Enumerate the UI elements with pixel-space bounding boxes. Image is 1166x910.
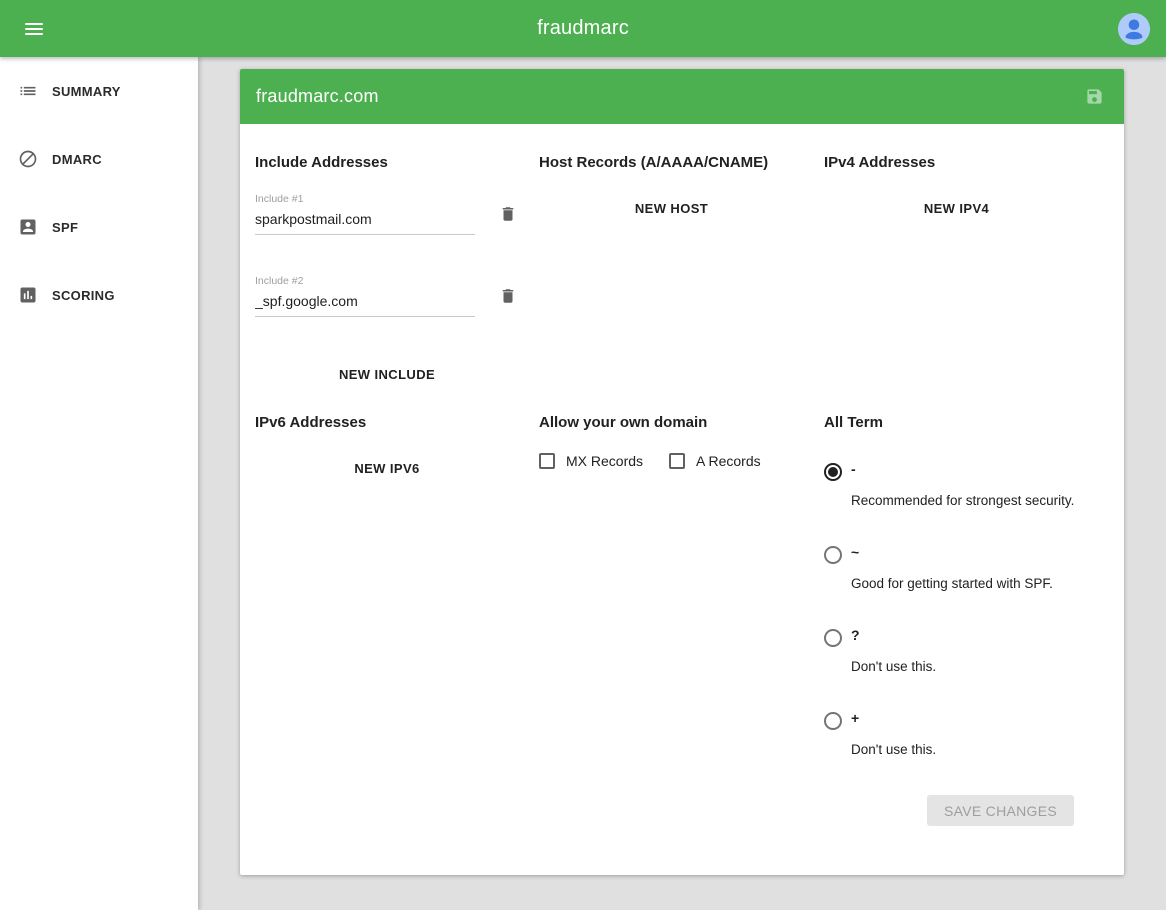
new-ipv4-button[interactable]: NEW IPV4	[914, 193, 999, 224]
include-2-input[interactable]	[255, 290, 475, 317]
all-term-options: - Recommended for strongest security. ~ …	[824, 461, 1089, 757]
include-field-row: Include #1	[255, 193, 519, 235]
option-symbol: ?	[851, 627, 860, 643]
card-body: Include Addresses Include #1	[240, 124, 1124, 793]
delete-include-2-button[interactable]	[499, 287, 519, 307]
save-icon	[1085, 87, 1104, 106]
all-term-option[interactable]: ~ Good for getting started with SPF.	[824, 544, 1089, 591]
section-heading: IPv6 Addresses	[255, 414, 519, 431]
section-heading: Host Records (A/AAAA/CNAME)	[539, 154, 804, 171]
section-heading: Include Addresses	[255, 154, 519, 171]
radio[interactable]	[824, 629, 842, 647]
checkbox[interactable]	[669, 453, 685, 469]
list-icon	[18, 81, 38, 101]
section-heading: IPv4 Addresses	[824, 154, 1089, 171]
section-include-addresses: Include Addresses Include #1	[255, 154, 539, 414]
sidebar-item-label: DMARC	[52, 152, 102, 167]
sidebar-item-dmarc[interactable]: DMARC	[0, 125, 198, 193]
radio[interactable]	[824, 546, 842, 564]
trash-icon	[499, 287, 517, 305]
trash-icon	[499, 205, 517, 223]
sidebar-item-label: SUMMARY	[52, 84, 121, 99]
checkbox-label: A Records	[696, 453, 761, 469]
option-description: Don't use this.	[851, 659, 936, 674]
section-ipv6-addresses: IPv6 Addresses NEW IPV6	[255, 414, 539, 793]
include-field-row: Include #2	[255, 275, 519, 317]
account-button[interactable]	[1116, 11, 1152, 47]
radio[interactable]	[824, 712, 842, 730]
app-bar: fraudmarc	[0, 0, 1166, 57]
block-icon	[18, 149, 38, 169]
main-content: fraudmarc.com Include Addresses Include …	[198, 57, 1166, 910]
all-term-option[interactable]: + Don't use this.	[824, 710, 1089, 757]
save-changes-button[interactable]: SAVE CHANGES	[927, 795, 1074, 826]
all-term-option[interactable]: ? Don't use this.	[824, 627, 1089, 674]
new-ipv6-button[interactable]: NEW IPV6	[344, 453, 429, 484]
menu-button[interactable]	[14, 9, 54, 49]
delete-include-1-button[interactable]	[499, 205, 519, 225]
include-1-input[interactable]	[255, 208, 475, 235]
section-heading: All Term	[824, 414, 1089, 431]
option-symbol: -	[851, 461, 856, 477]
mx-records-checkbox-group[interactable]: MX Records	[539, 453, 643, 469]
new-include-button[interactable]: NEW INCLUDE	[329, 359, 445, 390]
hamburger-icon	[25, 23, 43, 35]
sidebar-item-spf[interactable]: SPF	[0, 193, 198, 261]
save-icon-button[interactable]	[1080, 83, 1108, 111]
section-allow-own-domain: Allow your own domain MX Records A Recor…	[539, 414, 824, 793]
card-title: fraudmarc.com	[256, 86, 379, 107]
account-box-icon	[18, 217, 38, 237]
option-description: Recommended for strongest security.	[851, 493, 1074, 508]
option-symbol: +	[851, 710, 859, 726]
app-title: fraudmarc	[537, 17, 629, 40]
include-2-label: Include #2	[255, 275, 475, 287]
option-description: Don't use this.	[851, 742, 936, 757]
checkbox[interactable]	[539, 453, 555, 469]
domain-card: fraudmarc.com Include Addresses Include …	[240, 69, 1124, 875]
section-ipv4-addresses: IPv4 Addresses NEW IPV4	[824, 154, 1109, 414]
section-heading: Allow your own domain	[539, 414, 804, 431]
sidebar-item-summary[interactable]: SUMMARY	[0, 57, 198, 125]
bar-chart-icon	[18, 285, 38, 305]
sidebar-item-label: SCORING	[52, 288, 115, 303]
all-term-option[interactable]: - Recommended for strongest security.	[824, 461, 1089, 508]
radio[interactable]	[824, 463, 842, 481]
app-shell: SUMMARY DMARC SPF SCORING fraudmarc.com	[0, 0, 1166, 910]
option-description: Good for getting started with SPF.	[851, 576, 1053, 591]
checkbox-label: MX Records	[566, 453, 643, 469]
new-host-button[interactable]: NEW HOST	[625, 193, 718, 224]
section-host-records: Host Records (A/AAAA/CNAME) NEW HOST	[539, 154, 824, 414]
option-symbol: ~	[851, 544, 859, 560]
avatar-icon	[1117, 12, 1151, 46]
sidebar-item-scoring[interactable]: SCORING	[0, 261, 198, 329]
section-all-term: All Term - Recommended for strongest sec…	[824, 414, 1109, 793]
include-1-label: Include #1	[255, 193, 475, 205]
a-records-checkbox-group[interactable]: A Records	[669, 453, 761, 469]
domain-checkbox-row: MX Records A Records	[539, 453, 804, 469]
sidebar-item-label: SPF	[52, 220, 78, 235]
card-header: fraudmarc.com	[240, 69, 1124, 124]
sidebar: SUMMARY DMARC SPF SCORING	[0, 57, 198, 910]
